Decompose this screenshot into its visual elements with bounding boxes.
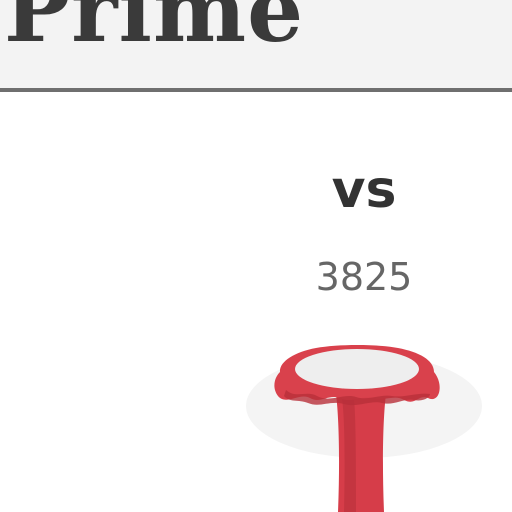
page-title: Prime — [4, 0, 305, 62]
vs-label: vs — [331, 160, 397, 220]
stool-seat-top — [295, 349, 419, 389]
score-value: 3825 — [315, 255, 413, 299]
page: Prime vs 3825 — [0, 0, 512, 512]
product-image[interactable] — [244, 336, 488, 512]
red-stool-icon — [246, 345, 482, 512]
header-banner: Prime — [0, 0, 512, 92]
